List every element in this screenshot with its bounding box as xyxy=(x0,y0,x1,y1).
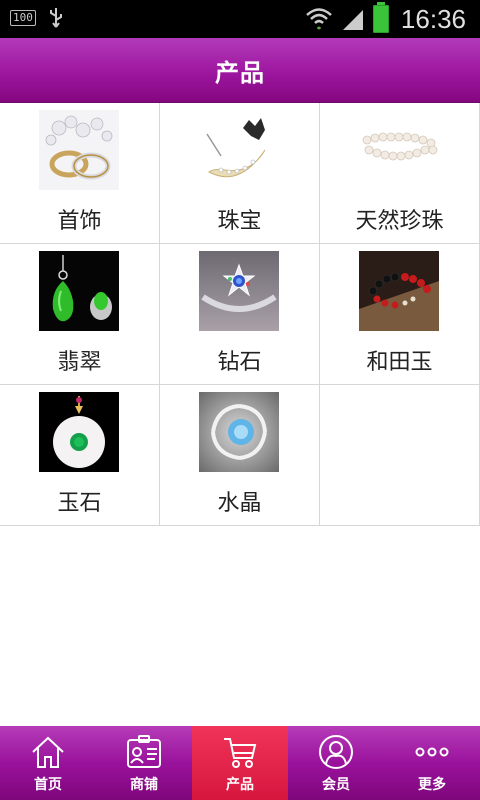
nav-store[interactable]: 商铺 xyxy=(96,726,192,800)
product-label: 钻石 xyxy=(217,350,262,375)
empty-grid-cell xyxy=(320,385,480,526)
diamond-ring-thumbnail xyxy=(199,251,279,331)
signal-icon xyxy=(342,10,363,30)
product-item-treasure[interactable]: 珠宝 xyxy=(160,103,320,244)
product-item-jade-stone[interactable]: 玉石 xyxy=(0,385,160,526)
nav-label: 会员 xyxy=(322,777,350,793)
nav-label: 更多 xyxy=(418,777,446,793)
status-bar: 100 16:36 xyxy=(0,0,480,38)
nav-products[interactable]: 产品 xyxy=(192,726,288,800)
nav-label: 商铺 xyxy=(130,777,158,793)
battery-percent-icon: 100 xyxy=(10,10,36,26)
product-item-natural-pearl[interactable]: 天然珍珠 xyxy=(320,103,480,244)
product-label: 玉石 xyxy=(57,491,102,516)
product-item-diamond[interactable]: 钻石 xyxy=(160,244,320,385)
battery-icon xyxy=(372,2,389,33)
usb-icon xyxy=(49,8,62,28)
jade-pendant-thumbnail xyxy=(39,251,119,331)
page-title: 产品 xyxy=(215,58,265,87)
moon-brooch-thumbnail xyxy=(199,110,279,190)
product-item-hetian-jade[interactable]: 和田玉 xyxy=(320,244,480,385)
product-item-emerald-jade[interactable]: 翡翠 xyxy=(0,244,160,385)
product-label: 首饰 xyxy=(57,209,102,234)
store-card-icon xyxy=(127,735,161,768)
product-label: 天然珍珠 xyxy=(355,209,444,234)
product-item-crystal[interactable]: 水晶 xyxy=(160,385,320,526)
rings-thumbnail xyxy=(39,110,119,190)
product-label: 珠宝 xyxy=(217,209,262,234)
cart-icon xyxy=(224,738,257,768)
product-label: 水晶 xyxy=(217,491,262,516)
nav-label: 首页 xyxy=(34,777,62,793)
member-icon xyxy=(319,735,353,769)
product-label: 和田玉 xyxy=(366,350,433,375)
product-label: 翡翠 xyxy=(57,350,102,375)
clock: 16:36 xyxy=(400,3,466,34)
nav-member[interactable]: 会员 xyxy=(288,726,384,800)
jade-disc-pendant-thumbnail xyxy=(39,392,119,472)
home-icon xyxy=(32,736,64,768)
nav-label: 产品 xyxy=(226,777,254,793)
wifi-icon xyxy=(306,8,332,30)
page-header: 产品 xyxy=(0,38,480,103)
nav-home[interactable]: 首页 xyxy=(0,726,96,800)
product-grid: 首饰 珠宝 天然珍珠 翡翠 钻石 和田玉 玉石 水晶 xyxy=(0,103,480,526)
more-icon xyxy=(415,747,449,757)
pearl-necklace-thumbnail xyxy=(359,110,439,190)
crystal-ring-thumbnail xyxy=(199,392,279,472)
bead-bracelet-thumbnail xyxy=(359,251,439,331)
bottom-nav: 首页 商铺 产品 会员 更多 xyxy=(0,726,480,800)
product-item-jewelry[interactable]: 首饰 xyxy=(0,103,160,244)
nav-more[interactable]: 更多 xyxy=(384,726,480,800)
